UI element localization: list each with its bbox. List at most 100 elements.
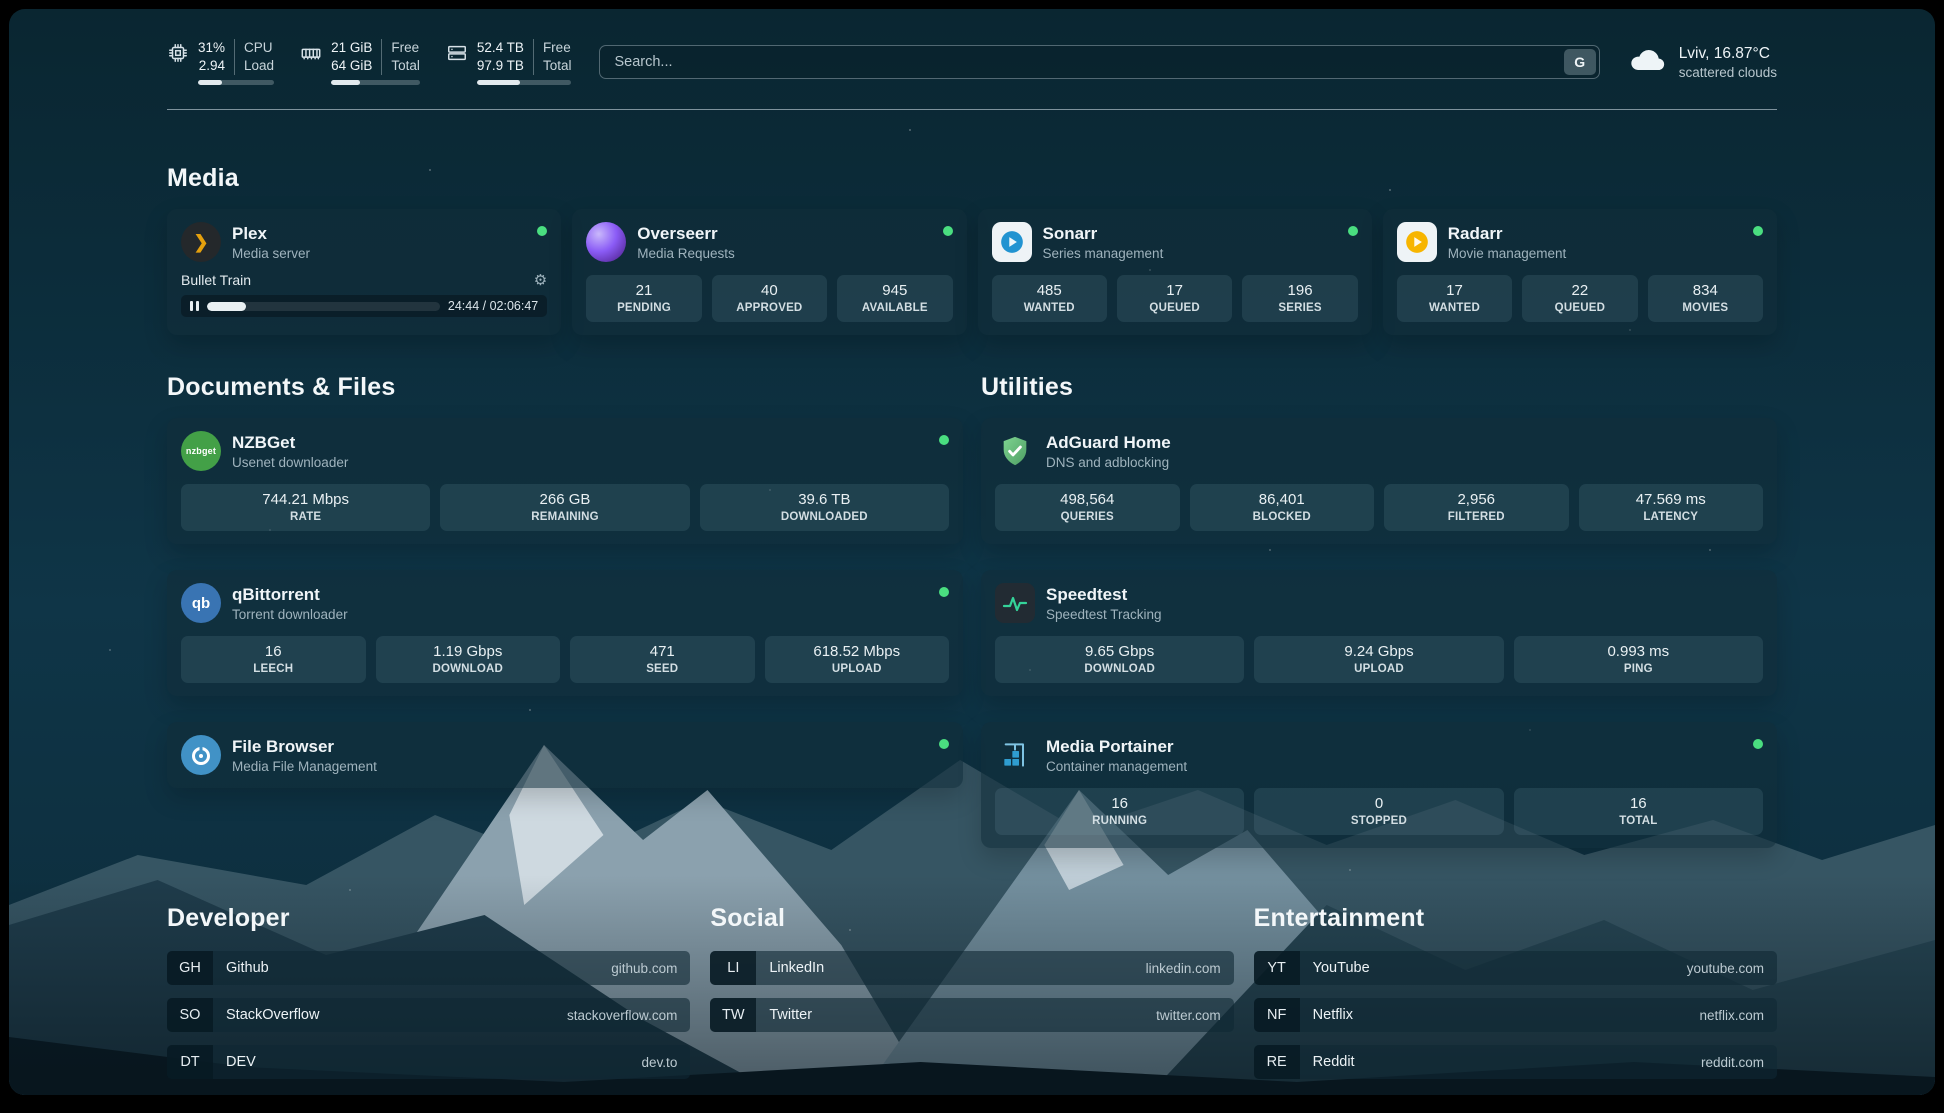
cpu-widget-columns: 31% 2.94 CPU Load	[198, 39, 274, 75]
stat-rate: 744.21 Mbps RATE	[181, 484, 430, 531]
service-card-plex[interactable]: ❯ Plex Media server Bullet Train ⚙	[167, 209, 561, 335]
sonarr-icon	[992, 222, 1032, 262]
card-header: qb qBittorrent Torrent downloader	[181, 583, 949, 623]
section-title-developer: Developer	[167, 904, 690, 933]
service-description: Speedtest Tracking	[1046, 607, 1162, 622]
bookmark-stackoverflow[interactable]: SO StackOverflow stackoverflow.com	[167, 998, 690, 1032]
bookmark-netflix[interactable]: NF Netflix netflix.com	[1254, 998, 1777, 1032]
stat-value: 17	[1121, 282, 1228, 299]
stat-label: PENDING	[590, 302, 697, 314]
bookmark-github[interactable]: GH Github github.com	[167, 951, 690, 985]
stat-label: WANTED	[1401, 302, 1508, 314]
stat-label: QUERIES	[999, 511, 1176, 523]
gear-icon[interactable]: ⚙	[534, 273, 547, 288]
search-provider-button[interactable]: G	[1564, 49, 1596, 75]
stat-label: RUNNING	[999, 815, 1240, 827]
service-card-sonarr[interactable]: Sonarr Series management 485 WANTED 17 Q…	[978, 209, 1372, 335]
stat-value: 17	[1401, 282, 1508, 299]
card-header: File Browser Media File Management	[181, 735, 949, 775]
disk-free-value: 52.4 TB	[477, 39, 524, 57]
resource-widgets: 31% 2.94 CPU Load	[167, 39, 571, 85]
status-dot	[1753, 226, 1763, 236]
pause-icon[interactable]	[190, 301, 199, 311]
documents-cards: nzbget NZBGet Usenet downloader 744.21 M…	[167, 418, 963, 788]
stats-row: 16 LEECH 1.19 Gbps DOWNLOAD 471 SEED	[181, 636, 949, 683]
bookmark-dev[interactable]: DT DEV dev.to	[167, 1045, 690, 1079]
status-dot	[939, 587, 949, 597]
service-card-overseerr[interactable]: Overseerr Media Requests 21 PENDING 40 A…	[572, 209, 966, 335]
stat-label: WANTED	[996, 302, 1103, 314]
service-text: Radarr Movie management	[1448, 224, 1567, 261]
stat-filtered: 2,956 FILTERED	[1384, 484, 1569, 531]
service-name: Media Portainer	[1046, 737, 1187, 757]
memory-free-value: 21 GiB	[331, 39, 372, 57]
bookmark-abbr: YT	[1254, 951, 1300, 985]
stat-label: BLOCKED	[1194, 511, 1371, 523]
cpu-load-value: 2.94	[199, 57, 225, 75]
service-card-adguard[interactable]: AdGuard Home DNS and adblocking 498,564 …	[981, 418, 1777, 544]
stat-label: DOWNLOAD	[999, 663, 1240, 675]
memory-progress-fill	[331, 80, 360, 85]
service-description: DNS and adblocking	[1046, 455, 1171, 470]
bookmark-reddit[interactable]: RE Reddit reddit.com	[1254, 1045, 1777, 1079]
service-card-speedtest[interactable]: Speedtest Speedtest Tracking 9.65 Gbps D…	[981, 570, 1777, 696]
service-card-qbittorrent[interactable]: qb qBittorrent Torrent downloader 16 LEE…	[167, 570, 963, 696]
disk-free-label: Free	[543, 39, 572, 57]
status-dot	[1753, 739, 1763, 749]
bookmark-twitter[interactable]: TW Twitter twitter.com	[710, 998, 1233, 1032]
bookmark-url: dev.to	[642, 1055, 678, 1070]
cloud-icon	[1628, 46, 1668, 79]
service-description: Media Requests	[637, 246, 735, 261]
service-card-nzbget[interactable]: nzbget NZBGet Usenet downloader 744.21 M…	[167, 418, 963, 544]
topbar: 31% 2.94 CPU Load	[167, 9, 1777, 110]
bookmark-name: Twitter	[769, 1007, 812, 1023]
stat-value: 945	[841, 282, 948, 299]
bookmark-youtube[interactable]: YT YouTube youtube.com	[1254, 951, 1777, 985]
bookmark-linkedin[interactable]: LI LinkedIn linkedin.com	[710, 951, 1233, 985]
stat-latency: 47.569 ms LATENCY	[1579, 484, 1764, 531]
stat-value: 16	[999, 795, 1240, 812]
stat-label: AVAILABLE	[841, 302, 948, 314]
bookmark-url: twitter.com	[1156, 1008, 1221, 1023]
weather-condition: scattered clouds	[1679, 65, 1777, 80]
cpu-labels: CPU Load	[234, 39, 274, 75]
section-developer: Developer GH Github github.com SO StackO…	[167, 904, 690, 1079]
service-card-filebrowser[interactable]: File Browser Media File Management	[167, 722, 963, 788]
stat-label: QUEUED	[1121, 302, 1228, 314]
card-header: Media Portainer Container management	[995, 735, 1763, 775]
cpu-widget-body: 31% 2.94 CPU Load	[198, 39, 274, 85]
bookmark-url: github.com	[611, 961, 677, 976]
playback-progress-track[interactable]	[207, 302, 440, 311]
bookmark-url: youtube.com	[1687, 961, 1764, 976]
service-card-portainer[interactable]: Media Portainer Container management 16 …	[981, 722, 1777, 848]
service-text: Sonarr Series management	[1043, 224, 1164, 261]
stat-available: 945 AVAILABLE	[837, 275, 952, 322]
section-entertainment: Entertainment YT YouTube youtube.com NF …	[1254, 904, 1777, 1079]
stat-label: STOPPED	[1258, 815, 1499, 827]
stat-value: 9.65 Gbps	[999, 643, 1240, 660]
section-title-social: Social	[710, 904, 1233, 933]
stat-queries: 498,564 QUERIES	[995, 484, 1180, 531]
cpu-widget: 31% 2.94 CPU Load	[167, 39, 274, 85]
weather-location: Lviv, 16.87°C	[1679, 45, 1777, 63]
stat-value: 2,956	[1388, 491, 1565, 508]
utilities-cards: AdGuard Home DNS and adblocking 498,564 …	[981, 418, 1777, 848]
bookmark-url: reddit.com	[1701, 1055, 1764, 1070]
section-utilities: Utilities	[981, 373, 1777, 848]
service-text: Speedtest Speedtest Tracking	[1046, 585, 1162, 622]
search-input[interactable]	[599, 45, 1599, 79]
card-header: AdGuard Home DNS and adblocking	[995, 431, 1763, 471]
memory-widget-body: 21 GiB 64 GiB Free Total	[331, 39, 420, 85]
radarr-icon	[1397, 222, 1437, 262]
status-dot	[537, 226, 547, 236]
status-dot	[939, 739, 949, 749]
card-header: Sonarr Series management	[992, 222, 1358, 262]
stat-value: 39.6 TB	[704, 491, 945, 508]
cpu-load-label: Load	[244, 57, 274, 75]
stat-label: UPLOAD	[1258, 663, 1499, 675]
stat-download: 1.19 Gbps DOWNLOAD	[376, 636, 561, 683]
service-description: Series management	[1043, 246, 1164, 261]
stat-wanted: 485 WANTED	[992, 275, 1107, 322]
service-card-radarr[interactable]: Radarr Movie management 17 WANTED 22 QUE…	[1383, 209, 1777, 335]
bookmark-abbr: GH	[167, 951, 213, 985]
